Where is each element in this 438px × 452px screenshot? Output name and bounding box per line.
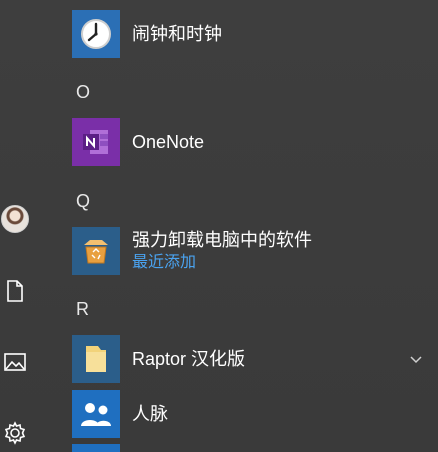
app-label: OneNote bbox=[132, 132, 205, 152]
letter-header-o[interactable]: O bbox=[76, 80, 90, 104]
onenote-icon bbox=[83, 130, 108, 154]
app-item-onenote[interactable]: OneNote bbox=[72, 116, 438, 168]
settings-button[interactable] bbox=[0, 413, 30, 452]
left-rail bbox=[0, 0, 30, 452]
app-item-people[interactable]: 人脉 bbox=[72, 388, 438, 440]
app-tile bbox=[72, 390, 120, 438]
app-item-raptor[interactable]: Raptor 汉化版 bbox=[72, 333, 438, 385]
app-tile-partial bbox=[72, 444, 120, 452]
app-label: 强力卸载电脑中的软件 bbox=[132, 230, 312, 250]
app-tile bbox=[72, 10, 120, 58]
chevron-down-icon[interactable] bbox=[408, 351, 424, 367]
letter-header-q[interactable]: Q bbox=[76, 189, 90, 213]
pictures-icon bbox=[4, 353, 26, 371]
start-menu: 闹钟和时钟 O OneNote Q 强力卸载电脑中的软件 最近添加 R Rapt… bbox=[0, 0, 438, 452]
settings-icon bbox=[4, 421, 26, 445]
pictures-button[interactable] bbox=[0, 342, 30, 382]
recycle-box-icon bbox=[84, 240, 108, 264]
app-label: Raptor 汉化版 bbox=[132, 349, 246, 369]
app-tile bbox=[72, 335, 120, 383]
avatar bbox=[1, 205, 29, 233]
documents-button[interactable] bbox=[0, 271, 30, 311]
clock-icon bbox=[81, 19, 111, 49]
app-list: 闹钟和时钟 O OneNote Q 强力卸载电脑中的软件 最近添加 R Rapt… bbox=[62, 0, 438, 452]
app-tile bbox=[72, 118, 120, 166]
app-item-uninstaller[interactable]: 强力卸载电脑中的软件 最近添加 bbox=[72, 225, 438, 277]
recently-added-badge: 最近添加 bbox=[132, 254, 197, 271]
user-avatar-button[interactable] bbox=[0, 199, 30, 239]
app-label: 闹钟和时钟 bbox=[132, 24, 222, 44]
app-text: 强力卸载电脑中的软件 最近添加 bbox=[132, 229, 312, 273]
documents-icon bbox=[7, 280, 23, 302]
app-tile bbox=[72, 227, 120, 275]
folder-icon bbox=[86, 346, 106, 372]
app-label: 人脉 bbox=[132, 404, 168, 424]
app-item-alarms[interactable]: 闹钟和时钟 bbox=[72, 8, 438, 60]
people-icon bbox=[81, 403, 111, 426]
letter-header-r[interactable]: R bbox=[76, 297, 89, 321]
